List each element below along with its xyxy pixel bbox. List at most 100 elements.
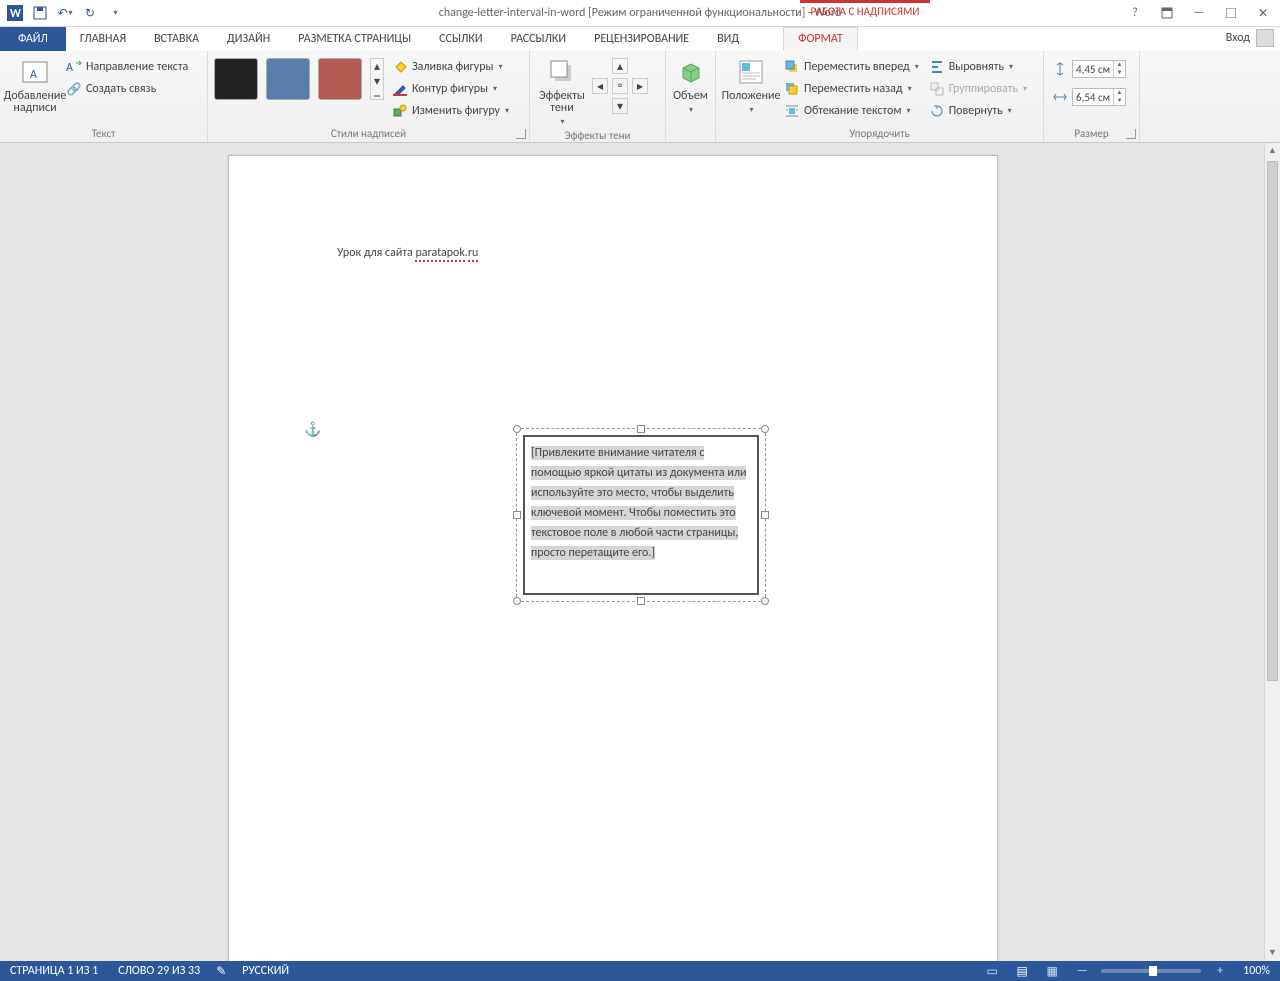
handle-s[interactable] bbox=[637, 597, 645, 605]
shadow-effects-button[interactable]: Эффекты тени▾ bbox=[536, 54, 588, 128]
send-backward-button[interactable]: Переместить назад▾ bbox=[782, 78, 921, 100]
shape-outline-label: Контур фигуры bbox=[412, 82, 488, 96]
send-backward-label: Переместить назад bbox=[804, 82, 903, 96]
avatar-icon bbox=[1256, 29, 1274, 47]
maximize-icon[interactable] bbox=[1218, 3, 1244, 23]
zoom-thumb[interactable] bbox=[1149, 966, 1157, 976]
tab-design[interactable]: ДИЗАЙН bbox=[213, 27, 284, 51]
width-down-icon[interactable]: ▼ bbox=[1113, 97, 1125, 105]
align-icon bbox=[929, 59, 945, 75]
align-button[interactable]: Выровнять▾ bbox=[927, 56, 1029, 78]
textbox-content: [Привлеките внимание читателя с помощью … bbox=[531, 446, 746, 560]
vertical-scrollbar[interactable]: ▲ ▼ bbox=[1264, 143, 1280, 961]
group-volume: Объем▾ bbox=[666, 51, 716, 142]
tab-home[interactable]: ГЛАВНАЯ bbox=[66, 27, 140, 51]
page-heading[interactable]: Урок для сайта paratapok.ru bbox=[337, 234, 478, 263]
undo-icon[interactable]: ↶▾ bbox=[54, 2, 76, 24]
view-read-icon[interactable]: ▭ bbox=[981, 963, 1003, 979]
handle-e[interactable] bbox=[761, 511, 769, 519]
handle-sw[interactable] bbox=[513, 597, 521, 605]
heading-text-a: Урок для сайта bbox=[337, 246, 415, 260]
nudge-center-icon[interactable]: ▫ bbox=[612, 78, 628, 94]
text-direction-button[interactable]: AНаправление текста bbox=[64, 56, 190, 78]
change-shape-label: Изменить фигуру bbox=[412, 104, 500, 118]
document-area[interactable]: Урок для сайта paratapok.ru ⚓ [Привлекит… bbox=[0, 143, 1264, 961]
handle-w[interactable] bbox=[513, 511, 521, 519]
add-textbox-button[interactable]: A Добавление надписи bbox=[6, 54, 64, 114]
style-black[interactable] bbox=[214, 58, 258, 100]
handle-nw[interactable] bbox=[513, 425, 521, 433]
scroll-thumb[interactable] bbox=[1267, 161, 1278, 681]
tab-page-layout[interactable]: РАЗМЕТКА СТРАНИЦЫ bbox=[284, 27, 425, 51]
nudge-up-icon[interactable]: ▴ bbox=[612, 58, 628, 74]
qat-customize-icon[interactable]: ▾ bbox=[104, 2, 126, 24]
nudge-down-icon[interactable]: ▾ bbox=[612, 98, 628, 114]
style-gallery[interactable]: ▴▾⎯ bbox=[214, 54, 384, 100]
create-link-button[interactable]: 🔗Создать связь bbox=[64, 78, 190, 100]
status-language[interactable]: РУССКИЙ bbox=[232, 964, 299, 978]
height-down-icon[interactable]: ▼ bbox=[1113, 69, 1125, 77]
tab-format[interactable]: ФОРМАТ bbox=[783, 27, 858, 51]
shape-fill-button[interactable]: Заливка фигуры▾ bbox=[390, 56, 511, 78]
group-shadow: Эффекты тени▾ ▴ ◂ ▫ ▸ ▾ Эффекты тени bbox=[530, 51, 666, 142]
wrap-text-button[interactable]: Обтекание текстом▾ bbox=[782, 100, 921, 122]
zoom-slider[interactable] bbox=[1101, 969, 1201, 973]
add-textbox-label: Добавление надписи bbox=[4, 90, 67, 114]
sign-in[interactable]: Вход bbox=[1226, 29, 1274, 47]
textbox-selection[interactable]: [Привлеките внимание читателя с помощью … bbox=[516, 428, 766, 602]
zoom-out-icon[interactable]: — bbox=[1071, 963, 1093, 979]
tab-references[interactable]: ССЫЛКИ bbox=[425, 27, 496, 51]
tab-mailings[interactable]: РАССЫЛКИ bbox=[497, 27, 581, 51]
wrap-text-icon bbox=[784, 103, 800, 119]
svg-text:A: A bbox=[30, 68, 37, 82]
shape-outline-button[interactable]: Контур фигуры▾ bbox=[390, 78, 511, 100]
tab-review[interactable]: РЕЦЕНЗИРОВАНИЕ bbox=[580, 27, 703, 51]
scroll-up-icon[interactable]: ▲ bbox=[1265, 143, 1280, 159]
bucket-icon bbox=[392, 59, 408, 75]
handle-se[interactable] bbox=[761, 597, 769, 605]
group-size-label: Размер bbox=[1050, 126, 1133, 142]
volume-button[interactable]: Объем▾ bbox=[672, 54, 709, 116]
tab-view[interactable]: ВИД bbox=[703, 27, 753, 51]
anchor-icon[interactable]: ⚓ bbox=[304, 421, 321, 438]
status-proofing-icon[interactable]: ✎ bbox=[210, 964, 232, 979]
styles-dialog-launcher[interactable] bbox=[516, 129, 526, 139]
view-web-icon[interactable]: ▦ bbox=[1041, 963, 1063, 979]
nudge-left-icon[interactable]: ◂ bbox=[592, 78, 608, 94]
style-blue[interactable] bbox=[266, 58, 310, 100]
ribbon-options-icon[interactable] bbox=[1154, 3, 1180, 23]
rotate-button[interactable]: Повернуть▾ bbox=[927, 100, 1029, 122]
handle-n[interactable] bbox=[637, 425, 645, 433]
text-direction-label: Направление текста bbox=[86, 60, 188, 74]
nudge-right-icon[interactable]: ▸ bbox=[632, 78, 648, 94]
minimize-icon[interactable]: — bbox=[1186, 3, 1212, 23]
help-icon[interactable]: ? bbox=[1122, 3, 1148, 23]
status-page[interactable]: СТРАНИЦА 1 ИЗ 1 bbox=[0, 964, 108, 978]
sign-in-label: Вход bbox=[1226, 31, 1250, 45]
style-red[interactable] bbox=[318, 58, 362, 100]
position-button[interactable]: Положение▾ bbox=[722, 54, 780, 116]
group-size: ▲▼ ▲▼ Размер bbox=[1044, 51, 1140, 142]
bring-forward-button[interactable]: Переместить вперед▾ bbox=[782, 56, 921, 78]
group-arrange-label: Упорядочить bbox=[722, 126, 1037, 142]
gallery-more-icon[interactable]: ▴▾⎯ bbox=[370, 58, 384, 100]
word-icon[interactable]: W bbox=[4, 2, 26, 24]
change-shape-button[interactable]: Изменить фигуру▾ bbox=[390, 100, 511, 122]
shadow-icon bbox=[546, 56, 578, 88]
textbox[interactable]: [Привлеките внимание читателя с помощью … bbox=[523, 435, 759, 595]
close-icon[interactable]: ✕ bbox=[1250, 3, 1276, 23]
page[interactable]: Урок для сайта paratapok.ru ⚓ [Привлекит… bbox=[228, 155, 998, 961]
redo-icon[interactable]: ↻ bbox=[79, 2, 101, 24]
tab-insert[interactable]: ВСТАВКА bbox=[140, 27, 213, 51]
zoom-in-icon[interactable]: + bbox=[1209, 963, 1231, 979]
size-dialog-launcher[interactable] bbox=[1126, 129, 1136, 139]
status-words[interactable]: СЛОВО 29 ИЗ 33 bbox=[108, 964, 210, 978]
group-text-label: Текст bbox=[6, 126, 201, 142]
tab-file[interactable]: ФАЙЛ bbox=[0, 27, 66, 51]
handle-ne[interactable] bbox=[761, 425, 769, 433]
save-icon[interactable] bbox=[29, 2, 51, 24]
zoom-value[interactable]: 100% bbox=[1239, 964, 1274, 978]
view-print-icon[interactable]: ▤ bbox=[1011, 963, 1033, 979]
pen-icon bbox=[392, 81, 408, 97]
scroll-down-icon[interactable]: ▼ bbox=[1265, 945, 1280, 961]
